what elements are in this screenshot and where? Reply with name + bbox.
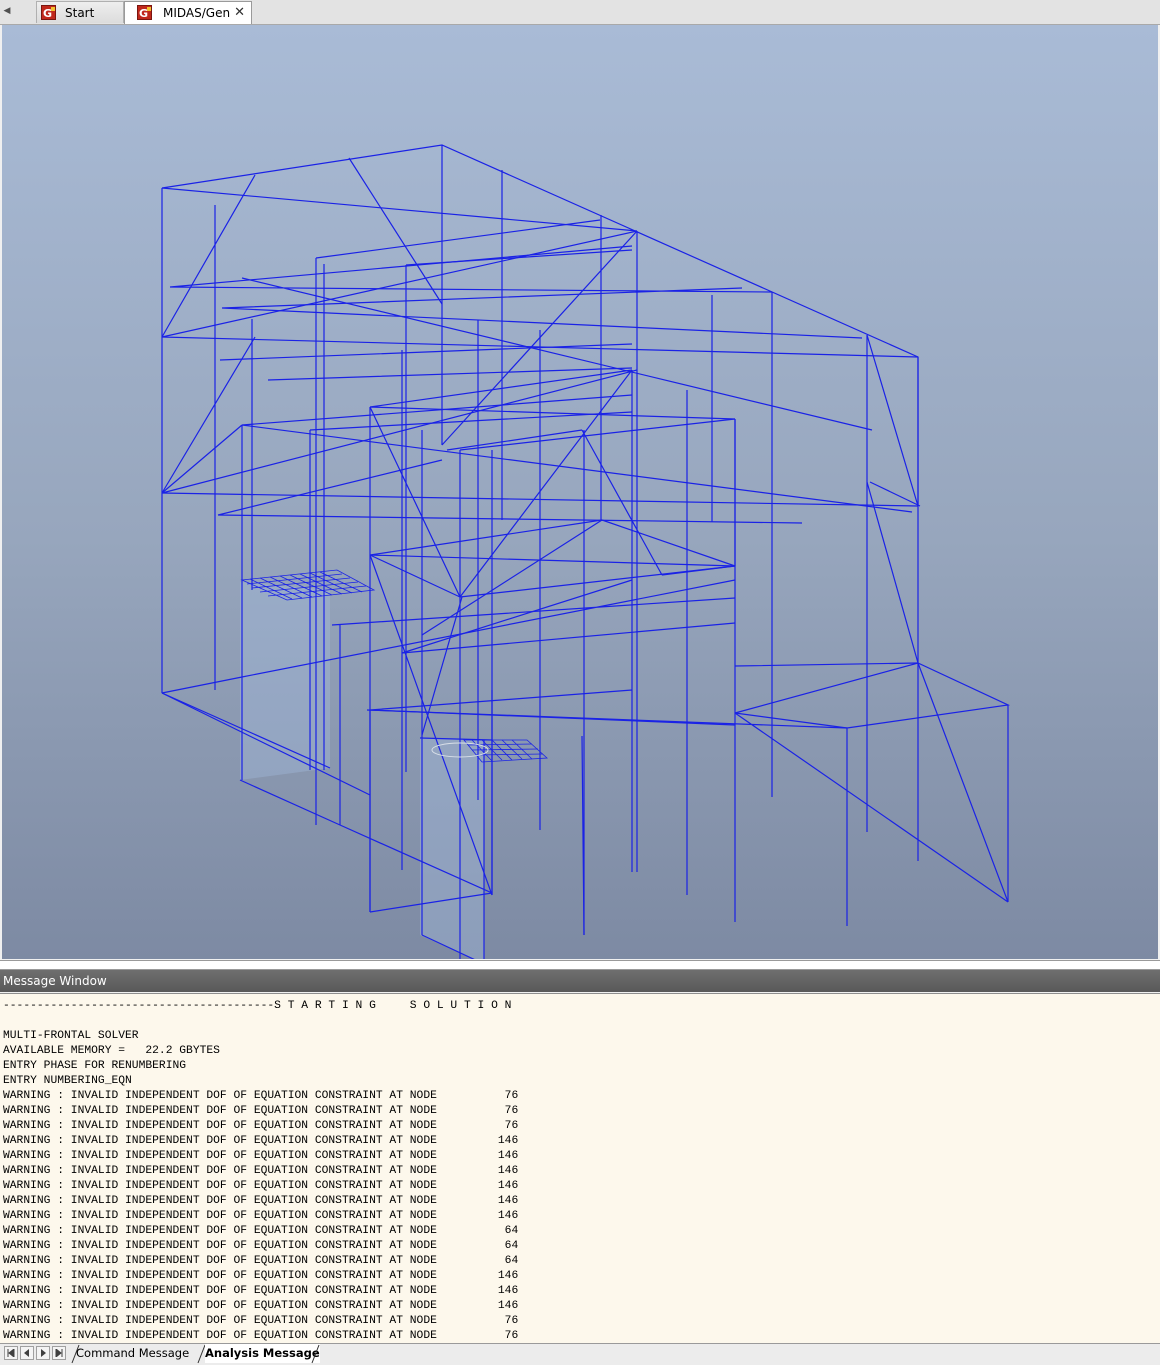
log-line: WARNING : INVALID INDEPENDENT DOF OF EQU… (3, 1315, 519, 1327)
message-log: ----------------------------------------… (3, 999, 518, 1344)
log-line: WARNING : INVALID INDEPENDENT DOF OF EQU… (3, 1255, 519, 1267)
log-line (3, 1014, 518, 1029)
log-line: WARNING : INVALID INDEPENDENT DOF OF EQU… (3, 1120, 519, 1132)
log-line: WARNING : INVALID INDEPENDENT DOF OF EQU… (3, 1330, 519, 1342)
log-line: WARNING : INVALID INDEPENDENT DOF OF EQU… (3, 1180, 519, 1192)
svg-text:G: G (43, 7, 52, 20)
svg-text:G: G (139, 7, 148, 20)
log-line: WARNING : INVALID INDEPENDENT DOF OF EQU… (3, 1105, 519, 1117)
tab-scroll-left-icon[interactable]: ◀ (2, 4, 12, 18)
log-line: WARNING : INVALID INDEPENDENT DOF OF EQU… (3, 1150, 519, 1162)
tab-label: MIDAS/Gen (163, 6, 231, 20)
close-tab-icon[interactable]: ✕ (234, 2, 245, 24)
structural-wireframe-model (161, 144, 1011, 959)
message-window-body[interactable]: ----------------------------------------… (0, 993, 1160, 1344)
tab-separator (311, 1344, 320, 1364)
model-viewport[interactable] (2, 25, 1158, 959)
next-tab-icon[interactable] (36, 1346, 50, 1360)
pane-splitter[interactable] (0, 960, 1160, 970)
tab-command-message[interactable]: Command Message (76, 1344, 189, 1363)
log-line: ENTRY NUMBERING_EQN (3, 1075, 132, 1087)
log-line: MULTI-FRONTAL SOLVER (3, 1030, 139, 1042)
log-line: WARNING : INVALID INDEPENDENT DOF OF EQU… (3, 1270, 519, 1282)
message-window-header: Message Window (0, 970, 1160, 992)
log-line: WARNING : INVALID INDEPENDENT DOF OF EQU… (3, 1165, 519, 1177)
tab-analysis-message[interactable]: Analysis Message (205, 1344, 320, 1363)
message-tab-bar: Command Message Analysis Message (0, 1343, 1160, 1365)
log-line: WARNING : INVALID INDEPENDENT DOF OF EQU… (3, 1195, 519, 1207)
midas-app-icon: G (41, 5, 56, 20)
log-line: WARNING : INVALID INDEPENDENT DOF OF EQU… (3, 1240, 519, 1252)
log-line: WARNING : INVALID INDEPENDENT DOF OF EQU… (3, 1090, 519, 1102)
tab-start-page[interactable]: G Start Page (36, 1, 124, 42)
document-tab-bar: ◀ G Start Page G MIDAS/Gen ✕ (0, 0, 1160, 42)
tab-midas-gen[interactable]: G MIDAS/Gen ✕ (124, 1, 252, 24)
log-line: WARNING : INVALID INDEPENDENT DOF OF EQU… (3, 1225, 519, 1237)
message-window-title: Message Window (3, 974, 107, 988)
log-line: WARNING : INVALID INDEPENDENT DOF OF EQU… (3, 1285, 519, 1297)
log-line: AVAILABLE MEMORY = 22.2 GBYTES (3, 1045, 220, 1057)
log-line: WARNING : INVALID INDEPENDENT DOF OF EQU… (3, 1135, 519, 1147)
last-tab-icon[interactable] (52, 1346, 66, 1360)
prev-tab-icon[interactable] (20, 1346, 34, 1360)
log-line: ENTRY PHASE FOR RENUMBERING (3, 1060, 187, 1072)
log-line: ----------------------------------------… (3, 1000, 512, 1012)
log-line: WARNING : INVALID INDEPENDENT DOF OF EQU… (3, 1210, 519, 1222)
first-tab-icon[interactable] (4, 1346, 18, 1360)
midas-app-icon: G (137, 5, 152, 20)
log-line: WARNING : INVALID INDEPENDENT DOF OF EQU… (3, 1300, 519, 1312)
